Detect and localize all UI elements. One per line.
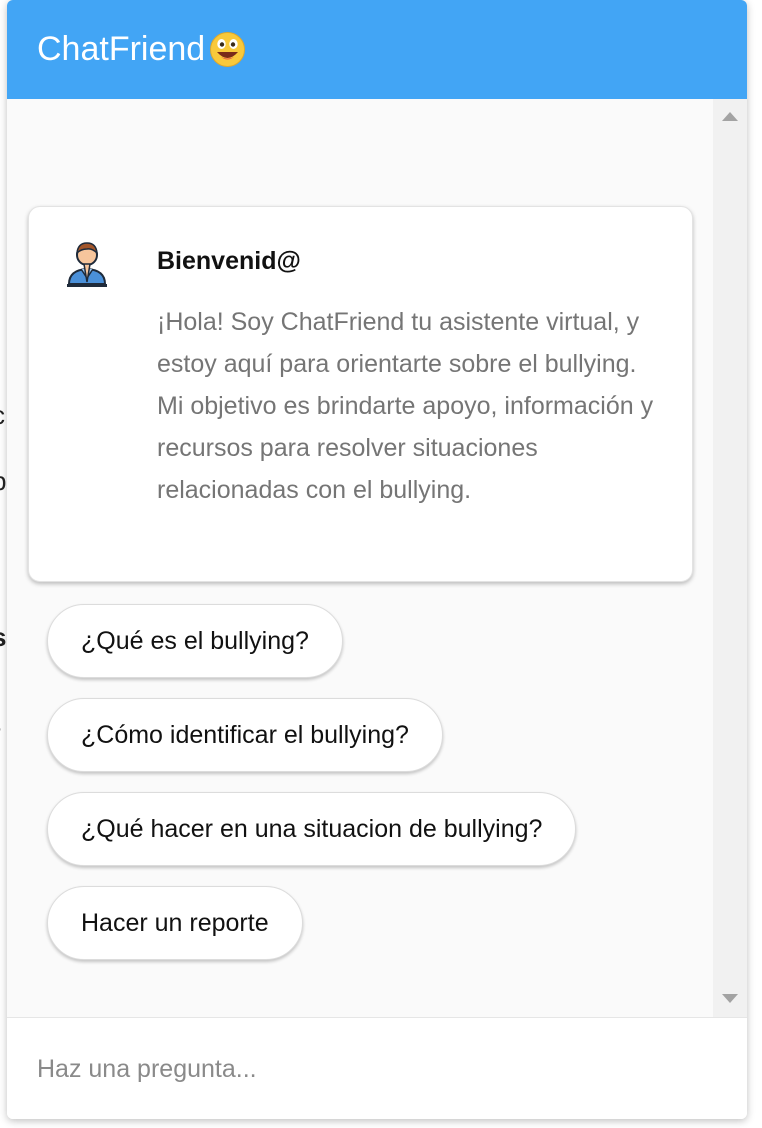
chat-header: ChatFriend (7, 0, 747, 99)
option-bullying-situation-button[interactable]: ¿Qué hacer en una situacion de bullying? (47, 792, 577, 866)
grinning-face-emoji-icon (209, 31, 246, 68)
person-praying-avatar-icon (65, 238, 109, 288)
background-text-fragment: r (0, 718, 1, 749)
welcome-text: ¡Hola! Soy ChatFriend tu asistente virtu… (157, 308, 654, 504)
scrollbar[interactable] (713, 99, 747, 1017)
option-make-report-button[interactable]: Hacer un reporte (47, 886, 303, 960)
question-input[interactable] (7, 1018, 747, 1119)
option-what-is-bullying-button[interactable]: ¿Qué es el bullying? (47, 604, 343, 678)
chat-widget: ChatFriend Bienvenid@ ¡Hola! Soy ChatFri… (7, 0, 747, 1119)
chat-input-bar (7, 1017, 747, 1119)
background-text-fragment: s (0, 622, 6, 653)
chat-title: ChatFriend (37, 30, 206, 68)
background-text-fragment: c (0, 400, 5, 431)
welcome-message-card: Bienvenid@ ¡Hola! Soy ChatFriend tu asis… (28, 206, 693, 582)
background-text-fragment: p (0, 466, 6, 497)
scroll-down-arrow-icon[interactable] (722, 994, 738, 1003)
option-identify-bullying-button[interactable]: ¿Cómo identificar el bullying? (47, 698, 443, 772)
chat-messages-area[interactable]: Bienvenid@ ¡Hola! Soy ChatFriend tu asis… (7, 99, 747, 1017)
welcome-title: Bienvenid@ (157, 247, 301, 275)
scroll-up-arrow-icon[interactable] (722, 112, 738, 121)
